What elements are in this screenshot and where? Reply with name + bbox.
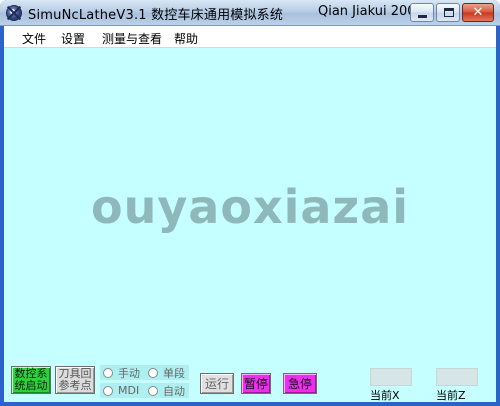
mode-single-label: 单段	[163, 366, 185, 380]
maximize-button[interactable]	[436, 3, 460, 22]
run-button[interactable]: 运行	[200, 373, 234, 394]
mode-manual-label: 手动	[118, 366, 140, 380]
menu-settings[interactable]: 设置	[61, 30, 85, 47]
app-window: SimuNcLatheV3.1 数控车床通用模拟系统 Qian Jiakui 2…	[0, 0, 500, 406]
title-bar[interactable]: SimuNcLatheV3.1 数控车床通用模拟系统 Qian Jiakui 2…	[0, 0, 500, 26]
current-z-display	[436, 368, 478, 386]
mode-manual-radio[interactable]: 手动	[100, 365, 145, 380]
mode-mdi-label: MDI	[118, 384, 140, 397]
close-button[interactable]: ✕	[462, 3, 494, 22]
app-icon[interactable]	[6, 5, 22, 21]
start-system-button[interactable]: 数控系 统启动	[11, 366, 51, 394]
tool-home-button[interactable]: 刀具回 参考点	[55, 366, 95, 394]
window-title: SimuNcLatheV3.1 数控车床通用模拟系统	[28, 8, 284, 23]
radio-circle-icon	[103, 385, 113, 396]
current-x-label: 当前X	[370, 389, 400, 402]
watermark-text: ouyaoxiazai	[90, 180, 410, 234]
client-area: 文件 设置 测量与查看 帮助 ouyaoxiazai 数控系 统启动 刀具回 参…	[4, 26, 496, 402]
radio-circle-icon	[148, 385, 158, 396]
current-x-display	[370, 368, 412, 386]
mode-single-radio[interactable]: 单段	[145, 365, 189, 380]
maximize-icon	[444, 8, 454, 17]
emergency-stop-button[interactable]: 急停	[283, 373, 317, 394]
pause-button[interactable]: 暂停	[241, 373, 271, 394]
minimize-button[interactable]	[410, 3, 434, 22]
mode-auto-label: 自动	[163, 384, 185, 398]
tool-home-label-line2: 参考点	[58, 379, 92, 392]
mode-auto-radio[interactable]: 自动	[145, 383, 189, 398]
minimize-icon	[418, 15, 427, 18]
menu-measure-view[interactable]: 测量与查看	[102, 30, 162, 47]
close-icon: ✕	[472, 5, 484, 20]
menu-file[interactable]: 文件	[22, 30, 46, 47]
menu-bar: 文件 设置 测量与查看 帮助	[4, 26, 496, 48]
start-system-label-line2: 统启动	[14, 379, 48, 392]
current-z-label: 当前Z	[436, 389, 466, 402]
radio-circle-icon	[148, 367, 158, 378]
menu-help[interactable]: 帮助	[174, 30, 198, 47]
radio-circle-icon	[103, 367, 113, 378]
mode-mdi-radio[interactable]: MDI	[100, 383, 145, 398]
